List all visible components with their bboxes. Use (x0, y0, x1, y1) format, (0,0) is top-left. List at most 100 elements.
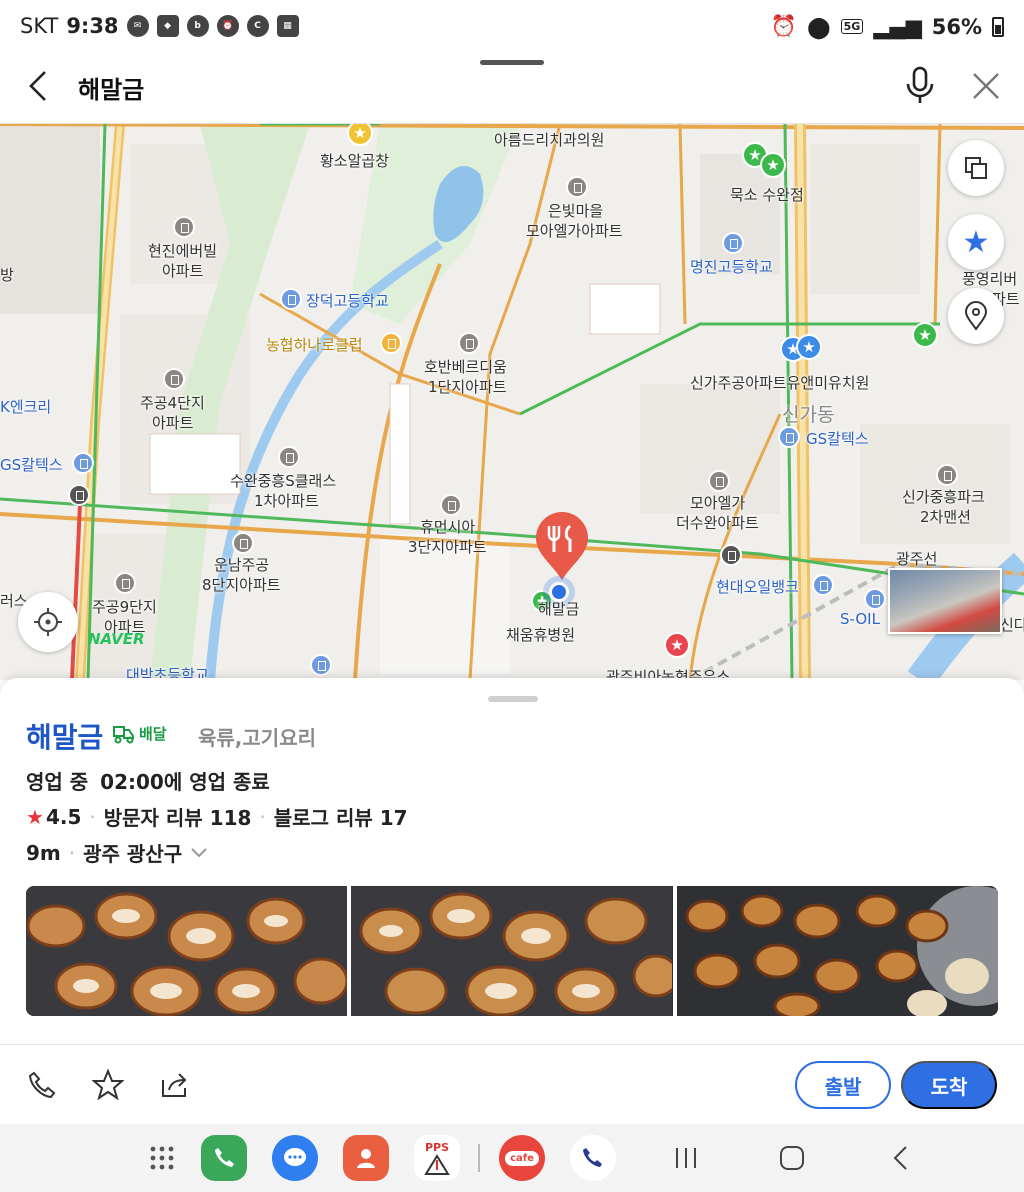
map-label-kenc[interactable]: K엔크리 (0, 396, 51, 417)
map-label-myungjin[interactable]: 명진고등학교 (690, 256, 773, 277)
map-label-humen2[interactable]: 3단지아파트 (408, 536, 487, 557)
close-button[interactable] (964, 64, 1008, 108)
map-view[interactable]: 황소알곱창 ★ 아름드리치과의원 은빛마을 모아엘가아파트 ★ ★ 묵소 수완점… (0, 124, 1024, 680)
map-label-gs1[interactable]: GS칼텍스 (0, 454, 63, 475)
map-label-singajung[interactable]: 신가중흥파크 (902, 486, 985, 507)
arrive-button[interactable]: 도착 (901, 1061, 997, 1109)
map-label-hyunjin[interactable]: 현진에버빌 (148, 240, 217, 261)
favorite-star-icon[interactable]: ★ (796, 334, 822, 360)
favorites-button[interactable]: ★ (948, 214, 1004, 270)
building-icon (936, 464, 958, 486)
map-label-mukso[interactable]: 묵소 수완점 (730, 184, 804, 205)
favorite-star-icon[interactable]: ★ (912, 322, 938, 348)
food-photo[interactable] (351, 886, 673, 1016)
address-row[interactable]: 9m · 광주 광산구 (26, 838, 208, 867)
map-label-pung[interactable]: 풍영리버 (962, 268, 1017, 289)
building-icon (232, 532, 254, 554)
rating-value: 4.5 (45, 804, 82, 829)
map-label-haemalgeum[interactable]: 해말금 (538, 598, 579, 619)
game-notification-icon: ◆ (156, 15, 179, 37)
map-label-hoban2[interactable]: 1단지아파트 (428, 376, 507, 397)
school-icon (310, 654, 332, 676)
pps-app-icon[interactable]: PPS (414, 1135, 460, 1181)
layers-button[interactable] (948, 140, 1004, 196)
call-button[interactable] (22, 1065, 62, 1105)
action-bar: 출발 도착 (0, 1044, 1024, 1124)
close-icon (973, 73, 999, 99)
selected-place-pin[interactable] (534, 512, 590, 582)
grilled-gopchang-image (351, 886, 673, 1016)
favorite-star-icon[interactable]: ★ (760, 152, 786, 178)
contacts-app-icon[interactable] (343, 1135, 389, 1181)
map-label-areumdeuri[interactable]: 아름드리치과의원 (494, 129, 604, 150)
home-button[interactable] (772, 1138, 812, 1178)
map-label-jugong4b[interactable]: 아파트 (152, 412, 193, 433)
map-label-eunbit[interactable]: 은빛마을 (548, 200, 603, 221)
map-label-hoban[interactable]: 호반베르디움 (424, 356, 507, 377)
favorite-star-icon[interactable]: ★ (664, 632, 690, 658)
map-label-suwan2[interactable]: 1차아파트 (254, 490, 319, 511)
map-label-soil[interactable]: S-OIL (840, 610, 880, 628)
map-label-jugong9[interactable]: 주공9단지 (92, 596, 157, 617)
map-label-jangdeok[interactable]: 장덕고등학교 (306, 290, 389, 311)
cafe-app-icon[interactable]: cafe (499, 1135, 545, 1181)
separator: · (259, 804, 266, 829)
current-location-button[interactable] (18, 592, 78, 652)
search-query-title[interactable]: 해말금 (78, 70, 144, 105)
my-places-button[interactable] (948, 288, 1004, 344)
share-icon (162, 1073, 187, 1097)
visitor-reviews-link[interactable]: 방문자 리뷰 118 (104, 802, 252, 831)
map-label-suwan[interactable]: 수완중흥S클래스 (230, 470, 336, 491)
place-name[interactable]: 해말금 (26, 716, 103, 756)
map-label-hwangso[interactable]: 황소알곱창 (320, 150, 389, 171)
building-icon (440, 494, 462, 516)
clock: 9:38 (66, 14, 119, 38)
map-label-singadong: 신가동 (782, 404, 835, 426)
map-label-hyunjin2[interactable]: 아파트 (162, 260, 203, 281)
map-label-singajung2[interactable]: 2차맨션 (920, 506, 971, 527)
blog-reviews-link[interactable]: 블로그 리뷰 17 (274, 802, 408, 831)
microphone-icon (906, 66, 934, 103)
map-label-eunbit2[interactable]: 모아엘가아파트 (526, 220, 623, 241)
back-arrow-icon (29, 71, 46, 101)
recent-apps-button[interactable] (666, 1138, 706, 1178)
food-photo[interactable] (676, 886, 998, 1016)
drag-handle[interactable] (480, 60, 544, 65)
app-drawer-button[interactable] (142, 1138, 182, 1178)
dock-divider (478, 1144, 480, 1172)
map-label-jugong4[interactable]: 주공4단지 (140, 392, 205, 413)
share-button[interactable] (154, 1065, 194, 1105)
map-label-nonghyup[interactable]: 농협하나로클럽 (266, 334, 363, 355)
food-photo[interactable] (26, 886, 348, 1016)
save-button[interactable] (88, 1065, 128, 1105)
map-label-unnam2[interactable]: 8단지아파트 (202, 574, 281, 595)
map-label-chaeum[interactable]: 채움휴병원 (506, 624, 575, 645)
map-label-hyundai[interactable]: 현대오일뱅크 (716, 576, 799, 597)
voice-search-button[interactable] (898, 62, 942, 110)
chevron-down-icon[interactable] (190, 847, 208, 859)
map-label-moael[interactable]: 모아엘가 (690, 492, 745, 513)
place-category: 육류,고기요리 (198, 726, 316, 750)
place-detail-sheet: 해말금 배달 육류,고기요리 영업 중 02:00에 영업 종료 ★ 4.5 ·… (0, 678, 1024, 1124)
map-label-bang[interactable]: 방 (0, 264, 14, 285)
phone-app-icon[interactable] (201, 1135, 247, 1181)
separator: · (68, 840, 76, 865)
grilled-gopchang-image (676, 886, 998, 1016)
map-label-gs2[interactable]: GS칼텍스 (806, 428, 869, 449)
back-button[interactable] (18, 64, 58, 108)
region: 광주 광산구 (83, 842, 183, 866)
photo-strip[interactable] (26, 886, 998, 1016)
map-label-humen[interactable]: 휴먼시아 (420, 516, 475, 537)
distance: 9m (26, 840, 61, 865)
messages-app-icon[interactable] (272, 1135, 318, 1181)
map-label-singa-kinder[interactable]: 신가주공아파트유앤미유치원 (690, 372, 869, 393)
building-icon (278, 446, 300, 468)
map-label-unnam[interactable]: 운남주공 (214, 554, 269, 575)
call-app-icon[interactable] (570, 1135, 616, 1181)
sheet-drag-handle[interactable] (488, 696, 538, 702)
gas-station-icon (864, 588, 886, 610)
street-view-thumbnail[interactable] (888, 568, 1002, 634)
depart-button[interactable]: 출발 (795, 1061, 891, 1109)
system-back-button[interactable] (880, 1138, 920, 1178)
map-label-moael2[interactable]: 더수완아파트 (676, 512, 759, 533)
